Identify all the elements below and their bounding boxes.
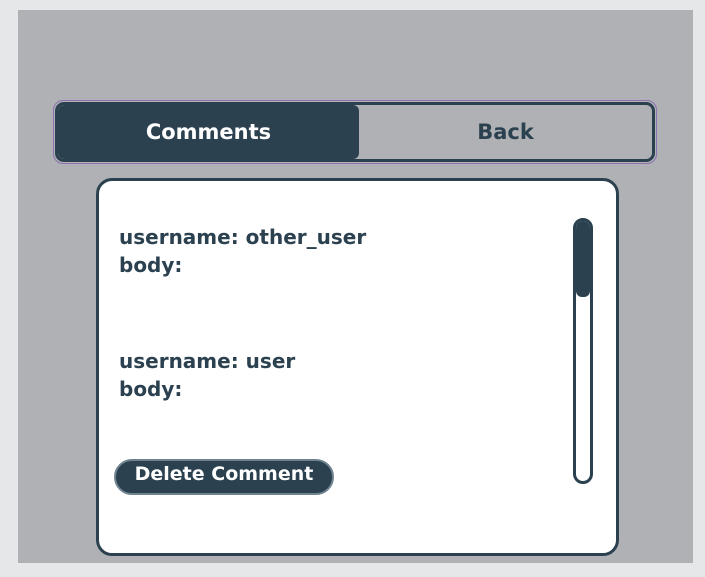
- tab-back[interactable]: Back: [359, 105, 652, 159]
- scrollbar-thumb[interactable]: [576, 221, 590, 297]
- comment-body: body:: [119, 253, 183, 277]
- comment-item: username: other_user body:: [119, 223, 366, 279]
- comments-panel: username: other_user body: username: use…: [96, 178, 619, 556]
- comment-username: username: other_user: [119, 225, 367, 249]
- comment-item: username: user body:: [119, 347, 295, 403]
- comments-scrollbar[interactable]: [573, 218, 593, 484]
- tab-bar: Comments Back: [53, 100, 657, 164]
- tab-bar-inner: Comments Back: [55, 102, 655, 162]
- tab-comments[interactable]: Comments: [58, 105, 359, 159]
- comment-body: body:: [119, 377, 183, 401]
- comment-username: username: user: [119, 349, 296, 373]
- delete-comment-button[interactable]: Delete Comment: [114, 459, 334, 495]
